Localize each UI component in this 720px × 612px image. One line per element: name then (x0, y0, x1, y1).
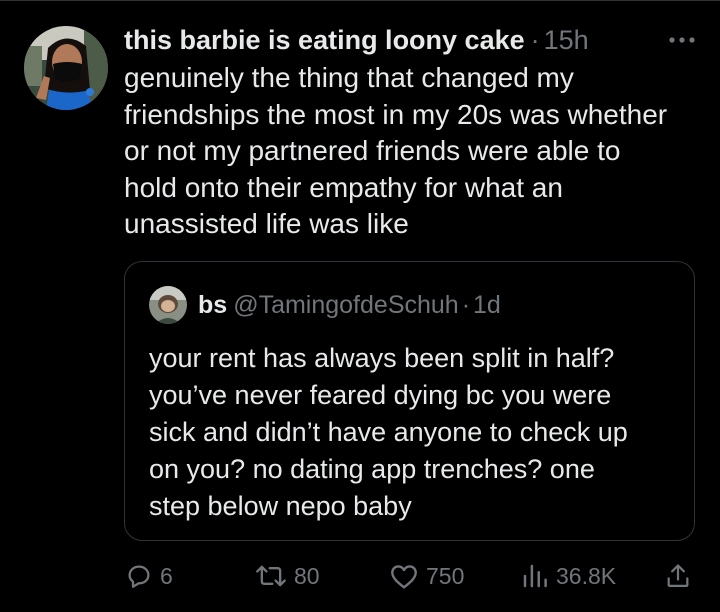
like-button[interactable]: 750 (388, 556, 464, 596)
views-button[interactable]: 36.8K (520, 556, 616, 596)
reply-count: 6 (160, 562, 173, 589)
like-count: 750 (426, 562, 465, 589)
more-horizontal-icon (669, 37, 695, 43)
tweet-timestamp[interactable]: 15h (544, 25, 589, 55)
quoted-timestamp[interactable]: 1d (473, 291, 501, 319)
quoted-author-avatar[interactable] (149, 286, 187, 324)
quoted-tweet-card[interactable]: bs @TamingofdeSchuh · 1d your rent has alwa… (124, 261, 695, 541)
author-display-name[interactable]: this barbie is eating loony cake (124, 25, 525, 55)
retweet-count: 80 (294, 562, 320, 589)
quoted-display-name[interactable]: bs (198, 291, 227, 319)
share-button[interactable] (664, 556, 692, 596)
tweet-text: genuinely the thing that changed my frie… (124, 62, 668, 239)
quoted-header-separator: · (461, 291, 471, 319)
retweet-button[interactable]: 80 (254, 556, 320, 596)
user-photo-avatar-icon (149, 286, 187, 324)
quoted-tweet-header: bs @TamingofdeSchuh · 1d (198, 288, 501, 322)
user-photo-avatar-icon (24, 26, 108, 110)
quoted-tweet-text: your rent has always been split in half?… (149, 343, 628, 521)
reply-button[interactable]: 6 (124, 556, 173, 596)
retweet-icon (256, 565, 286, 587)
tweet-header: this barbie is eating loony cake · 15h (124, 22, 589, 58)
author-avatar[interactable] (24, 26, 108, 110)
views-icon (523, 564, 547, 588)
more-options-button[interactable] (662, 30, 702, 50)
like-icon (391, 565, 417, 589)
quoted-handle[interactable]: @TamingofdeSchuh (233, 291, 459, 319)
views-count: 36.8K (556, 562, 617, 589)
tweet-actions-bar: 6 80 750 36.8K (0, 556, 720, 596)
header-separator: · (530, 25, 540, 55)
share-icon (667, 564, 689, 588)
top-divider (0, 0, 720, 1)
reply-icon (128, 565, 150, 588)
